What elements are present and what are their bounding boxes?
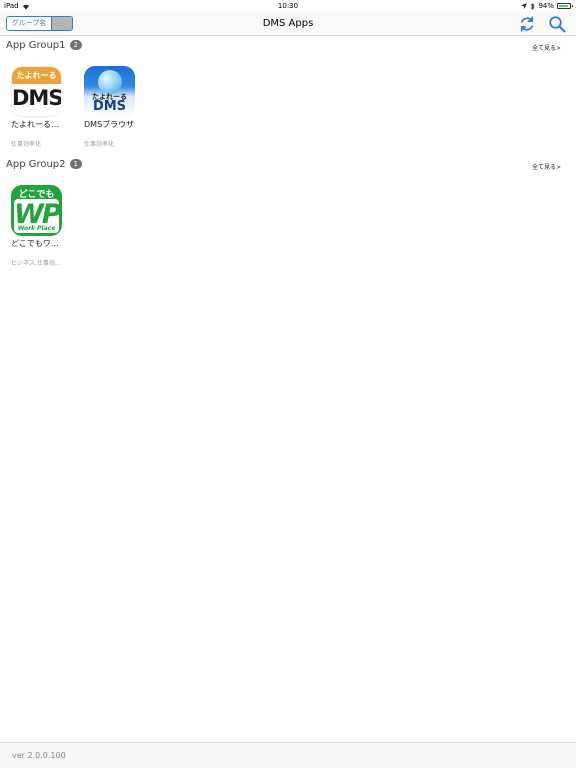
app-name: たよれーる… — [11, 120, 59, 129]
app-item[interactable]: たよれーる DMS たよれーる… 仕事効率化 — [6, 66, 66, 148]
status-right: 94% — [521, 0, 573, 12]
group-title: App Group2 — [6, 158, 66, 170]
bluetooth-icon — [531, 2, 535, 10]
app-item[interactable]: どこでも WP Work Place どこでもワ… ビジネス,仕事効… — [6, 185, 66, 267]
battery-fill — [559, 5, 569, 7]
group-title: App Group1 — [6, 39, 66, 51]
app-icon-main-text: DMS — [12, 86, 62, 110]
battery-percent: 94% — [538, 2, 554, 10]
search-icon[interactable] — [548, 15, 566, 33]
app-icon-top-text: たよれーる — [12, 67, 61, 84]
app-icon-dokodemo-workplace[interactable]: どこでも WP Work Place — [11, 185, 62, 236]
status-time: 10:30 — [277, 2, 299, 10]
group-header-1: App Group1 2 — [6, 38, 82, 52]
globe-icon — [98, 70, 122, 94]
app-name: DMSブラウザ — [84, 120, 135, 129]
see-all-link[interactable]: 全て見る> — [532, 43, 561, 52]
app-icon-dms-browser[interactable]: たよれーる DMS — [84, 66, 135, 117]
see-all-link[interactable]: 全て見る> — [532, 162, 561, 171]
app-category: 仕事効率化 — [11, 141, 42, 148]
app-item[interactable]: たよれーる DMS DMSブラウザ 仕事効率化 — [79, 66, 139, 148]
group-count-badge: 1 — [69, 159, 82, 169]
location-icon — [521, 3, 528, 9]
group-header-2: App Group2 1 — [6, 157, 82, 171]
nav-bar: グループ名 DMS Apps — [0, 12, 576, 36]
refresh-icon[interactable] — [518, 15, 536, 33]
app-icon-sub-text: Work Place — [17, 225, 56, 232]
app-icon-tayoreru-dms[interactable]: たよれーる DMS — [11, 66, 62, 117]
app-category: 仕事効率化 — [84, 141, 115, 148]
battery-icon — [557, 3, 573, 9]
app-name: どこでもワ… — [11, 239, 59, 248]
footer: ver 2.0.0.100 — [0, 742, 576, 768]
group-count-badge: 2 — [69, 40, 82, 50]
app-category: ビジネス,仕事効… — [11, 260, 61, 267]
status-bar: iPad 10:30 94% — [0, 0, 576, 12]
nav-actions — [518, 15, 566, 33]
version-label: ver 2.0.0.100 — [12, 751, 66, 760]
app-icon-main-text: DMS — [92, 99, 127, 114]
page-title: DMS Apps — [262, 18, 314, 29]
